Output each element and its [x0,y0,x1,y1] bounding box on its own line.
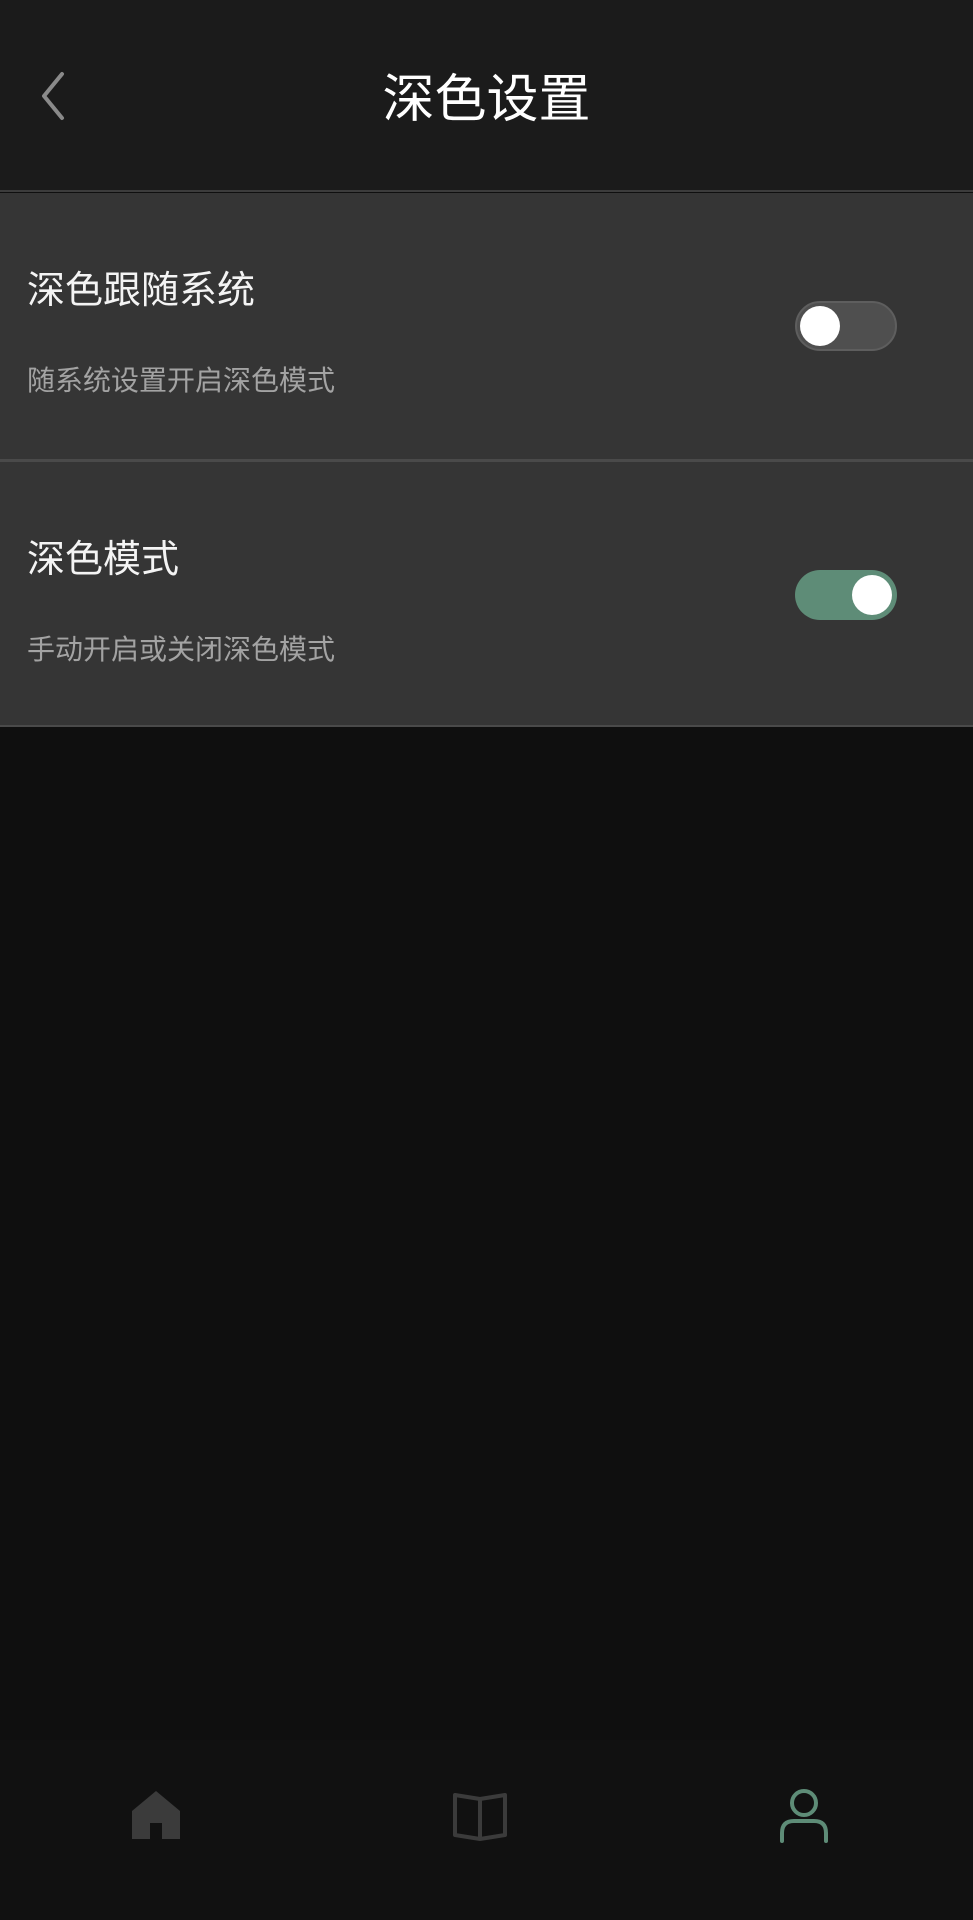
setting-dark-mode: 深色模式 手动开启或关闭深色模式 [0,459,973,725]
dark-mode-toggle[interactable] [795,570,897,620]
tab-home[interactable] [76,1760,236,1870]
page-title: 深色设置 [382,70,591,130]
book-icon [453,1793,507,1841]
header: 深色设置 [0,0,973,192]
setting-description: 随系统设置开启深色模式 [27,364,336,397]
tab-bar [0,1740,973,1920]
tab-profile[interactable] [724,1760,884,1870]
settings-list: 深色跟随系统 随系统设置开启深色模式 深色模式 手动开启或关闭深色模式 [0,193,973,727]
setting-title: 深色跟随系统 [27,268,256,312]
follow-system-toggle[interactable] [795,301,897,351]
setting-follow-system: 深色跟随系统 随系统设置开启深色模式 [0,193,973,459]
toggle-knob [800,306,840,346]
toggle-knob [852,575,892,615]
tab-library[interactable] [400,1760,560,1870]
user-icon [780,1789,828,1843]
home-icon [132,1791,180,1839]
setting-title: 深色模式 [27,537,180,581]
setting-description: 手动开启或关闭深色模式 [27,633,336,666]
dark-settings-screen: 深色设置 深色跟随系统 随系统设置开启深色模式 深色模式 手动开启或关闭深色模式 [0,0,973,1920]
